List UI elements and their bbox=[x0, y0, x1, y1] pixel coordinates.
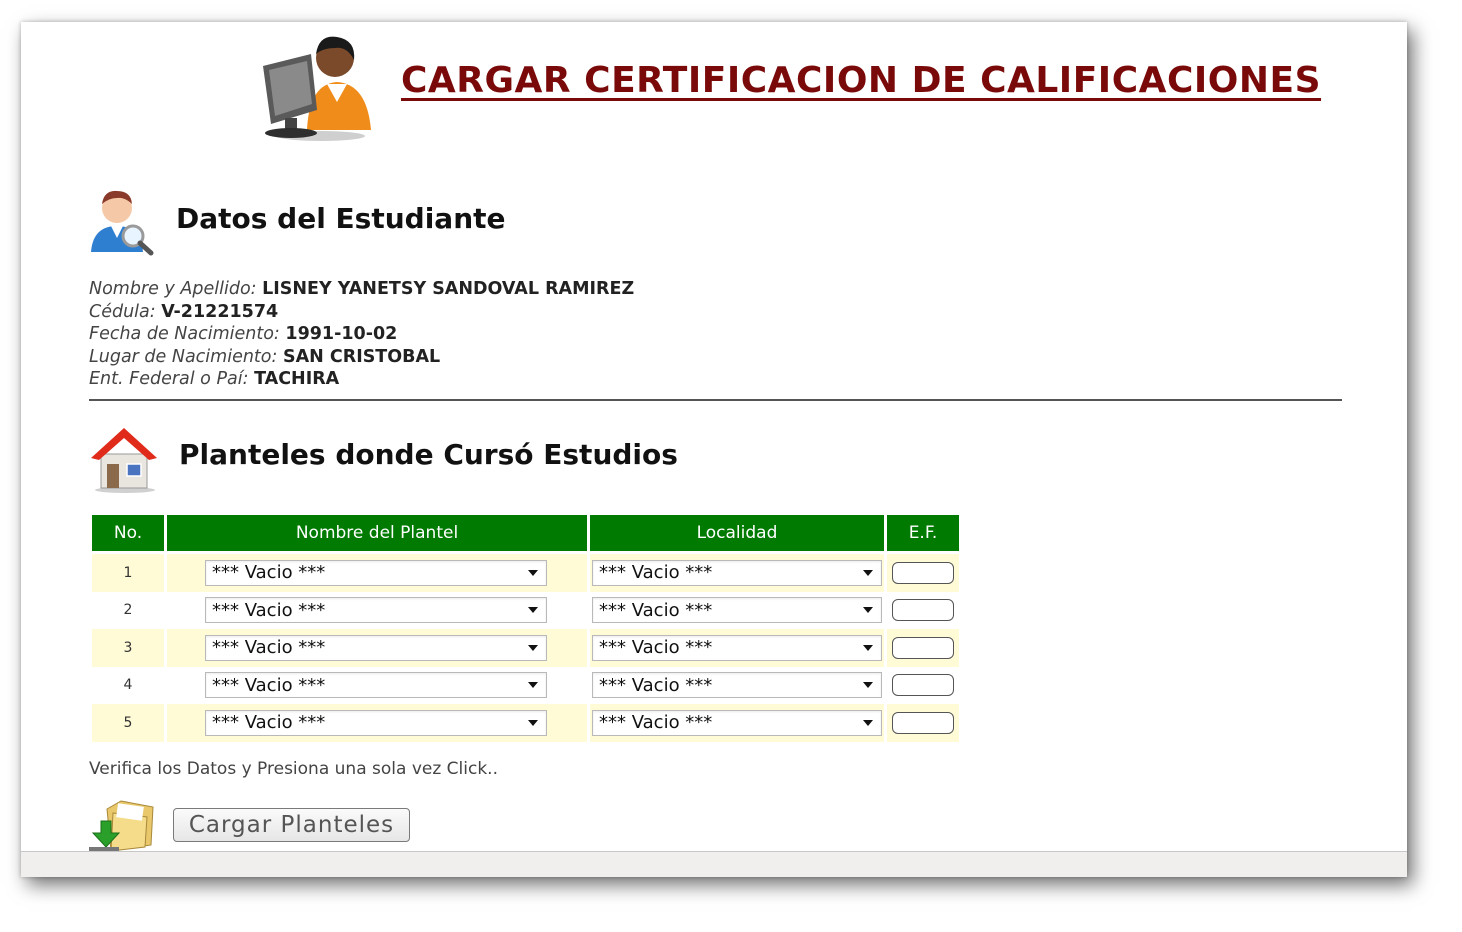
col-header-ef: E.F. bbox=[887, 515, 959, 554]
col-header-no: No. bbox=[92, 515, 164, 554]
plantel-select[interactable]: *** Vacio *** bbox=[205, 559, 547, 586]
dropdown-arrow-icon bbox=[863, 719, 873, 726]
info-label: Fecha de Nacimiento: bbox=[89, 324, 280, 344]
ef-input[interactable] bbox=[892, 674, 954, 697]
table-row: 3 *** Vacio *** *** Vacio *** bbox=[92, 629, 959, 667]
schools-table: No. Nombre del Plantel Localidad E.F. 1 … bbox=[89, 515, 962, 742]
select-value: *** Vacio *** bbox=[599, 712, 713, 734]
plantel-select[interactable]: *** Vacio *** bbox=[205, 672, 547, 699]
row-number: 2 bbox=[92, 591, 164, 629]
dropdown-arrow-icon bbox=[863, 569, 873, 576]
info-value: SAN CRISTOBAL bbox=[282, 346, 441, 367]
info-row-birthplace: Lugar de Nacimiento: SAN CRISTOBAL bbox=[89, 346, 634, 369]
computer-user-icon bbox=[263, 36, 371, 141]
plantel-select[interactable]: *** Vacio *** bbox=[205, 634, 547, 661]
dropdown-arrow-icon bbox=[528, 569, 538, 576]
page-title: CARGAR CERTIFICACION DE CALIFICACIONES bbox=[401, 60, 1322, 101]
instruction-note: Verifica los Datos y Presiona una sola v… bbox=[89, 759, 498, 779]
info-value: V-21221574 bbox=[161, 301, 279, 322]
table-row: 2 *** Vacio *** *** Vacio *** bbox=[92, 591, 959, 629]
localidad-select[interactable]: *** Vacio *** bbox=[592, 597, 882, 624]
select-value: *** Vacio *** bbox=[599, 637, 713, 659]
info-label: Lugar de Nacimiento: bbox=[89, 346, 278, 367]
info-label: Ent. Federal o Paí: bbox=[89, 369, 249, 389]
select-value: *** Vacio *** bbox=[599, 674, 713, 696]
select-value: *** Vacio *** bbox=[212, 674, 326, 696]
student-info: Nombre y Apellido: LISNEY YANETSY SANDOV… bbox=[89, 278, 634, 391]
ef-input[interactable] bbox=[892, 599, 954, 622]
plantel-select[interactable]: *** Vacio *** bbox=[205, 597, 547, 624]
ef-input[interactable] bbox=[892, 636, 954, 659]
dropdown-arrow-icon bbox=[863, 607, 873, 614]
info-label: Cédula: bbox=[89, 301, 156, 322]
col-header-localidad: Localidad bbox=[590, 515, 884, 554]
ef-input[interactable] bbox=[892, 711, 954, 734]
table-header: No. Nombre del Plantel Localidad E.F. bbox=[92, 515, 959, 554]
localidad-select[interactable]: *** Vacio *** bbox=[592, 709, 882, 736]
select-value: *** Vacio *** bbox=[212, 712, 326, 734]
schools-section-title: Planteles donde Cursó Estudios bbox=[179, 438, 678, 471]
localidad-select[interactable]: *** Vacio *** bbox=[592, 634, 882, 661]
student-section-title: Datos del Estudiante bbox=[176, 202, 506, 235]
dropdown-arrow-icon bbox=[863, 644, 873, 651]
dropdown-arrow-icon bbox=[528, 607, 538, 614]
select-value: *** Vacio *** bbox=[212, 599, 326, 621]
select-value: *** Vacio *** bbox=[599, 562, 713, 584]
table-row: 5 *** Vacio *** *** Vacio *** bbox=[92, 704, 959, 742]
folder-download-icon bbox=[89, 800, 154, 853]
info-value: TACHIRA bbox=[254, 369, 340, 389]
info-value: 1991-10-02 bbox=[285, 324, 398, 344]
row-number: 1 bbox=[92, 554, 164, 592]
plantel-select[interactable]: *** Vacio *** bbox=[205, 709, 547, 736]
row-number: 5 bbox=[92, 704, 164, 742]
cargar-planteles-button[interactable]: Cargar Planteles bbox=[173, 808, 410, 842]
ef-input[interactable] bbox=[892, 561, 954, 584]
col-header-plantel: Nombre del Plantel bbox=[167, 515, 587, 554]
section-divider bbox=[89, 399, 1342, 401]
table-row: 4 *** Vacio *** *** Vacio *** bbox=[92, 666, 959, 704]
info-value: LISNEY YANETSY SANDOVAL RAMIREZ bbox=[262, 279, 635, 299]
select-value: *** Vacio *** bbox=[212, 637, 326, 659]
dropdown-arrow-icon bbox=[528, 719, 538, 726]
student-search-icon bbox=[91, 190, 154, 256]
dropdown-arrow-icon bbox=[528, 682, 538, 689]
select-value: *** Vacio *** bbox=[212, 562, 326, 584]
row-number: 3 bbox=[92, 629, 164, 667]
info-label: Nombre y Apellido: bbox=[89, 279, 257, 299]
localidad-select[interactable]: *** Vacio *** bbox=[592, 672, 882, 699]
info-row-state: Ent. Federal o Paí: TACHIRA bbox=[89, 368, 634, 391]
row-number: 4 bbox=[92, 666, 164, 704]
house-icon bbox=[91, 428, 157, 493]
info-row-birthdate: Fecha de Nacimiento: 1991-10-02 bbox=[89, 323, 634, 346]
bottom-bar bbox=[21, 851, 1407, 877]
select-value: *** Vacio *** bbox=[599, 599, 713, 621]
app-window: CARGAR CERTIFICACION DE CALIFICACIONES D… bbox=[21, 22, 1407, 877]
info-row-cedula: Cédula: V-21221574 bbox=[89, 301, 634, 324]
dropdown-arrow-icon bbox=[528, 644, 538, 651]
table-row: 1 *** Vacio *** *** Vacio *** bbox=[92, 554, 959, 592]
dropdown-arrow-icon bbox=[863, 682, 873, 689]
localidad-select[interactable]: *** Vacio *** bbox=[592, 559, 882, 586]
info-row-name: Nombre y Apellido: LISNEY YANETSY SANDOV… bbox=[89, 278, 634, 301]
